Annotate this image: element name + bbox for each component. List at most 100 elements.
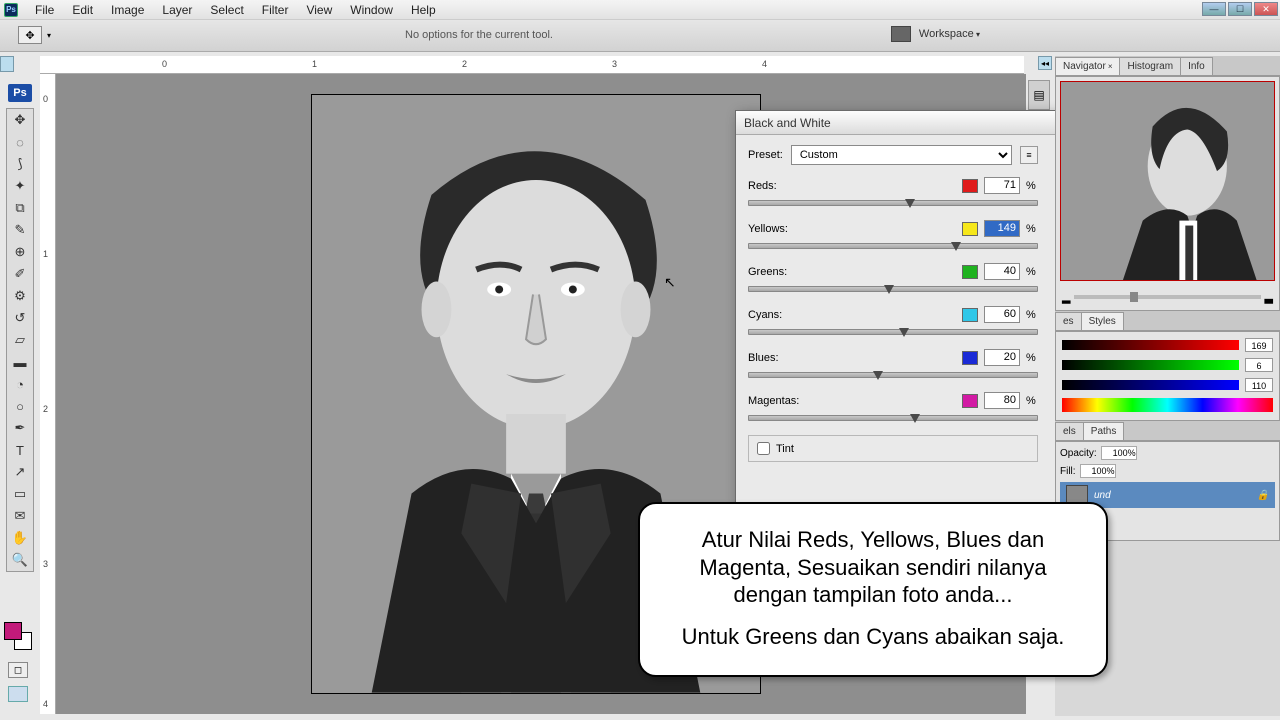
yellows-value[interactable]: 149 [984,220,1020,237]
zoom-tool-icon[interactable]: 🔍 [7,549,33,571]
hue-strip[interactable] [1062,398,1273,412]
gradient-tool-icon[interactable]: ▬ [7,351,33,373]
lasso-tool-icon[interactable]: ⟆ [7,153,33,175]
menu-filter[interactable]: Filter [253,0,298,20]
color-r[interactable]: 169 [1245,338,1273,352]
greens-slider[interactable] [748,286,1038,292]
cyans-slider[interactable] [748,329,1038,335]
callout-line2: Untuk Greens dan Cyans abaikan saja. [664,623,1082,651]
preset-menu-icon[interactable]: ≡ [1020,146,1038,164]
menu-layer[interactable]: Layer [153,0,201,20]
tab-navigator[interactable]: Navigator× [1055,57,1120,75]
cursor-icon: ↖ [664,274,676,291]
screenmode-toggle[interactable] [8,686,28,702]
ruler-horizontal: 0 1 2 3 4 [40,56,1024,74]
greens-swatch [962,265,978,279]
yellows-label: Yellows: [748,223,956,235]
wand-tool-icon[interactable]: ✦ [7,175,33,197]
blues-swatch [962,351,978,365]
eraser-tool-icon[interactable]: ▱ [7,329,33,351]
yellows-slider[interactable] [748,243,1038,249]
zoom-in-icon[interactable]: ▃ [1265,291,1273,304]
tool-preset-picker[interactable]: ✥ [18,26,42,44]
blur-tool-icon[interactable]: ◔ [7,373,33,395]
move-tool-icon[interactable]: ✥ [7,109,33,131]
cyans-value[interactable]: 60 [984,306,1020,323]
magentas-swatch [962,394,978,408]
brush-tool-icon[interactable]: ✐ [7,263,33,285]
dodge-tool-icon[interactable]: ○ [7,395,33,417]
preset-select[interactable]: Custom [791,145,1012,165]
options-bar: ✥ No options for the current tool. Works… [0,20,1280,52]
healing-tool-icon[interactable]: ⊕ [7,241,33,263]
notes-tool-icon[interactable]: ✉ [7,505,33,527]
tint-checkbox[interactable] [757,442,770,455]
color-swatches[interactable] [4,622,32,650]
window-close[interactable]: ✕ [1254,2,1278,16]
workspace-menu[interactable]: Workspace [919,28,980,40]
magentas-slider[interactable] [748,415,1038,421]
color-b[interactable]: 110 [1245,378,1273,392]
foreground-color-swatch[interactable] [4,622,22,640]
slider-magentas: Magentas: 80 % [748,392,1038,421]
crop-tool-icon[interactable]: ⧉ [7,197,33,219]
reds-slider[interactable] [748,200,1038,206]
hand-tool-icon[interactable]: ✋ [7,527,33,549]
tab-paths[interactable]: Paths [1083,422,1125,440]
fill-input[interactable] [1080,464,1116,478]
window-restore[interactable]: ☐ [1228,2,1252,16]
zoom-out-icon[interactable]: ▂ [1062,291,1070,304]
ruler-vertical: 0 1 2 3 4 [40,74,56,714]
blues-slider[interactable] [748,372,1038,378]
paths-panel-tabs: els Paths [1055,421,1280,441]
path-tool-icon[interactable]: ↗ [7,461,33,483]
reds-label: Reds: [748,180,956,192]
stamp-tool-icon[interactable]: ⚙ [7,285,33,307]
instruction-callout: Atur Nilai Reds, Yellows, Blues dan Mage… [638,502,1108,677]
menu-image[interactable]: Image [102,0,153,20]
window-minimize[interactable]: — [1202,2,1226,16]
opacity-label: Opacity: [1060,448,1097,459]
styles-panel-tabs: es Styles [1055,311,1280,331]
menu-help[interactable]: Help [402,0,445,20]
callout-line1: Atur Nilai Reds, Yellows, Blues dan Mage… [664,526,1082,609]
menu-bar: Ps File Edit Image Layer Select Filter V… [0,0,1280,20]
navigator-zoom-slider[interactable]: ▂ ▃ [1062,290,1273,304]
quickmask-toggle[interactable]: ◻ [8,662,28,678]
opacity-input[interactable] [1101,446,1137,460]
menu-file[interactable]: File [26,0,63,20]
ps-badge: Ps [8,84,32,102]
tab-info[interactable]: Info [1180,57,1213,75]
slider-greens: Greens: 40 % [748,263,1038,292]
marquee-tool-icon[interactable]: ◌ [7,131,33,153]
preset-label: Preset: [748,149,783,161]
eyedropper-tool-icon[interactable]: ✎ [7,219,33,241]
reds-value[interactable]: 71 [984,177,1020,194]
tab-styles[interactable]: Styles [1081,312,1124,330]
blues-value[interactable]: 20 [984,349,1020,366]
pct-label: % [1026,309,1038,321]
greens-value[interactable]: 40 [984,263,1020,280]
history-brush-icon[interactable]: ↺ [7,307,33,329]
menu-select[interactable]: Select [201,0,252,20]
tab-channels-hidden[interactable]: els [1055,422,1084,440]
doc-tab-handle[interactable] [0,56,14,72]
pen-tool-icon[interactable]: ✒ [7,417,33,439]
lock-icon[interactable]: 🔒 [1257,490,1269,501]
tools-panel: ✥ ◌ ⟆ ✦ ⧉ ✎ ⊕ ✐ ⚙ ↺ ▱ ▬ ◔ ○ ✒ T ↗ ▭ ✉ ✋ … [6,108,34,572]
menu-view[interactable]: View [297,0,341,20]
tab-styles-hidden[interactable]: es [1055,312,1082,330]
navigator-preview[interactable] [1060,81,1275,281]
magentas-value[interactable]: 80 [984,392,1020,409]
tab-histogram[interactable]: Histogram [1119,57,1181,75]
panel-collapse-left[interactable]: ◂◂ [1038,56,1052,70]
color-g[interactable]: 6 [1245,358,1273,372]
pct-label: % [1026,223,1038,235]
menu-window[interactable]: Window [341,0,402,20]
reds-swatch [962,179,978,193]
shape-tool-icon[interactable]: ▭ [7,483,33,505]
panel-well-icon[interactable]: ▤ [1028,80,1050,110]
menu-edit[interactable]: Edit [63,0,102,20]
type-tool-icon[interactable]: T [7,439,33,461]
bridge-icon[interactable] [891,26,911,42]
